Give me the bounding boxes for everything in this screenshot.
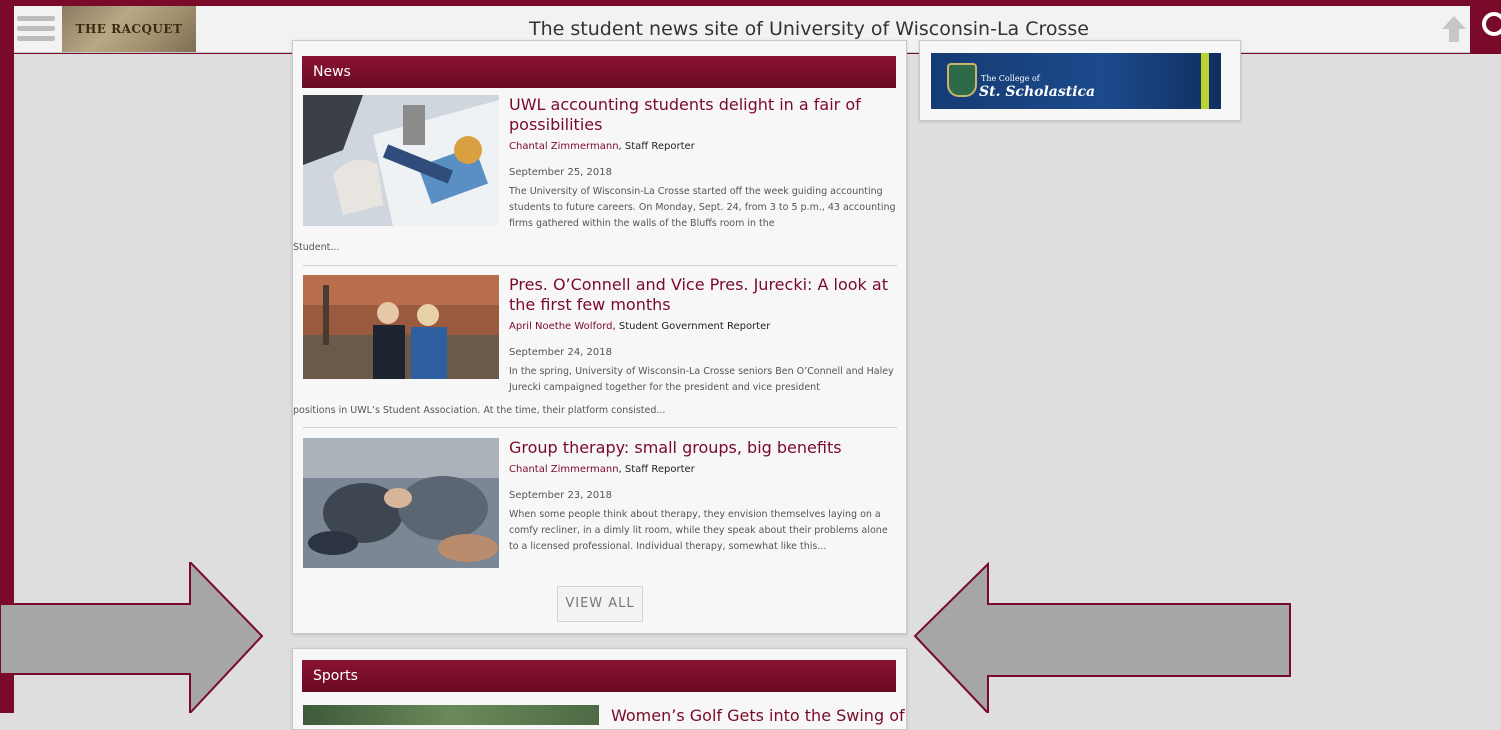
- ad-line-2: St. Scholastica: [979, 84, 1096, 100]
- story-role: , Student Government Reporter: [612, 321, 771, 332]
- site-logo-text: THE RACQUET: [75, 22, 183, 36]
- story-date: September 23, 2018: [509, 490, 612, 501]
- news-story: Pres. O’Connell and Vice Pres. Jurecki: …: [293, 275, 899, 425]
- story-date: September 24, 2018: [509, 347, 612, 358]
- story-headline[interactable]: Group therapy: small groups, big benefit…: [509, 438, 899, 458]
- right-arrow-icon: [0, 562, 264, 713]
- story-excerpt: When some people think about therapy, th…: [509, 509, 888, 552]
- story-excerpt: The University of Wisconsin-La Crosse st…: [509, 186, 896, 229]
- story-divider: [303, 265, 897, 266]
- story-author[interactable]: Chantal Zimmermann: [509, 141, 619, 152]
- news-story: Group therapy: small groups, big benefit…: [303, 438, 897, 570]
- story-date: September 25, 2018: [509, 167, 612, 178]
- ad-panel: The College of St. Scholastica: [919, 40, 1241, 121]
- story-thumbnail[interactable]: [303, 95, 499, 226]
- search-icon: [1482, 12, 1501, 36]
- story-role: , Staff Reporter: [618, 141, 695, 152]
- college-seal-icon: [947, 63, 977, 97]
- sports-section-title[interactable]: Sports: [302, 660, 896, 692]
- left-arrow-icon: [913, 562, 1291, 713]
- story-thumbnail[interactable]: [303, 438, 499, 568]
- search-button[interactable]: [1470, 0, 1501, 54]
- menu-icon[interactable]: [17, 16, 59, 42]
- story-byline: April Noethe Wolford, Student Government…: [509, 321, 770, 332]
- sports-story-thumbnail[interactable]: [303, 705, 599, 725]
- sports-story-headline[interactable]: Women’s Golf Gets into the Swing of: [611, 706, 905, 725]
- site-logo[interactable]: THE RACQUET: [62, 6, 196, 52]
- story-role: , Staff Reporter: [618, 464, 695, 475]
- story-byline: Chantal Zimmermann, Staff Reporter: [509, 464, 695, 475]
- advertisement-banner[interactable]: The College of St. Scholastica: [931, 53, 1221, 109]
- story-excerpt: In the spring, University of Wisconsin-L…: [509, 366, 894, 393]
- story-thumbnail[interactable]: [303, 275, 499, 379]
- story-excerpt-tail: Student...: [293, 242, 340, 253]
- story-headline[interactable]: Pres. O’Connell and Vice Pres. Jurecki: …: [509, 275, 899, 315]
- view-all-button[interactable]: VIEW ALL: [557, 586, 643, 622]
- news-panel: News UWL accounting students delight in …: [292, 40, 907, 634]
- story-divider: [303, 427, 897, 428]
- up-arrow-icon[interactable]: [1434, 6, 1474, 52]
- news-story: UWL accounting students delight in a fai…: [293, 95, 899, 255]
- story-author[interactable]: April Noethe Wolford: [509, 321, 613, 332]
- story-headline[interactable]: UWL accounting students delight in a fai…: [509, 95, 899, 135]
- ad-line-1: The College of: [981, 74, 1040, 83]
- ad-stripe: [1201, 53, 1209, 109]
- story-author[interactable]: Chantal Zimmermann: [509, 464, 619, 475]
- story-excerpt-tail: positions in UWL’s Student Association. …: [293, 405, 666, 416]
- story-byline: Chantal Zimmermann, Staff Reporter: [509, 141, 695, 152]
- sports-panel: Sports Women’s Golf Gets into the Swing …: [292, 648, 907, 730]
- news-section-title[interactable]: News: [302, 56, 896, 88]
